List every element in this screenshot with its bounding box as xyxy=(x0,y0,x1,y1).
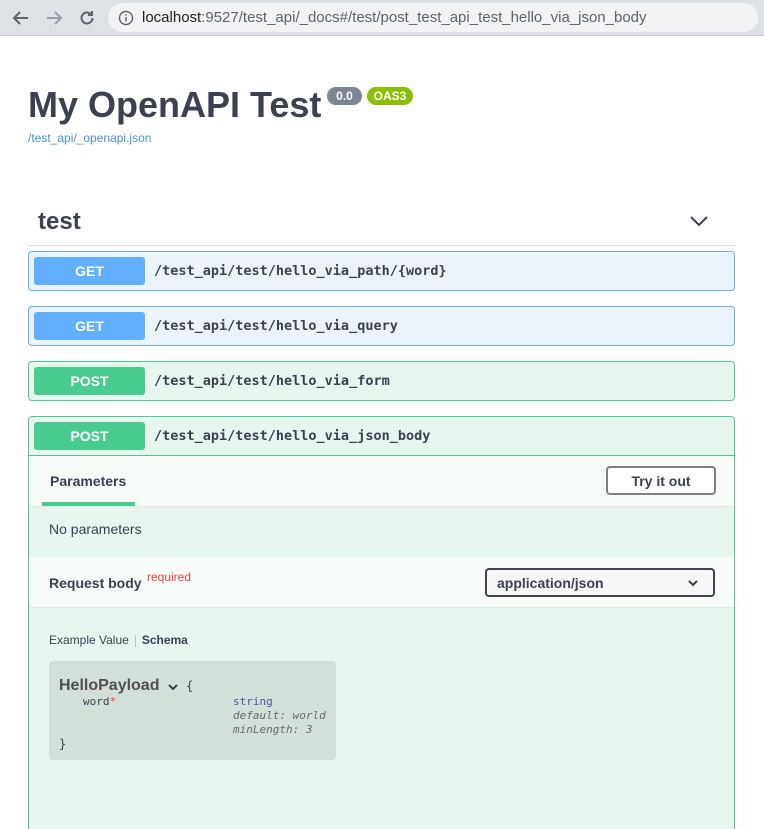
tab-separator xyxy=(134,634,136,647)
operation-path: /test_api/test/hello_via_query xyxy=(154,318,398,334)
try-it-out-button[interactable]: Try it out xyxy=(606,466,716,495)
reload-icon[interactable] xyxy=(75,6,99,30)
forward-arrow-icon[interactable] xyxy=(42,6,66,30)
method-badge: POST xyxy=(34,367,145,395)
operation-get-hello-via-query[interactable]: GET /test_api/test/hello_via_query xyxy=(28,306,735,346)
property-name: word* xyxy=(83,695,116,708)
chevron-down-icon xyxy=(688,580,698,587)
request-body-label: Request body xyxy=(49,575,142,591)
operation-path[interactable]: /test_api/test/hello_via_json_body xyxy=(154,428,430,444)
method-badge: GET xyxy=(34,312,145,340)
model-open-brace: { xyxy=(186,679,194,693)
content-type-select[interactable]: application/json xyxy=(485,568,715,597)
chevron-down-icon[interactable] xyxy=(689,211,709,231)
operation-post-hello-via-json-body: POST /test_api/test/hello_via_json_body … xyxy=(28,416,735,829)
required-marker: required xyxy=(147,570,192,584)
operation-post-hello-via-form[interactable]: POST /test_api/test/hello_via_form xyxy=(28,361,735,401)
model-tabs: Example Value Schema xyxy=(49,633,188,647)
operation-path: /test_api/test/hello_via_form xyxy=(154,373,390,389)
operation-get-hello-via-path[interactable]: GET /test_api/test/hello_via_path/{word} xyxy=(28,251,735,291)
parameters-header: Parameters Try it out xyxy=(30,456,734,507)
property-minlength: minLength: 3 xyxy=(233,723,313,736)
property-name-text: word xyxy=(83,695,110,708)
required-star: * xyxy=(109,695,117,708)
model-close-brace: } xyxy=(59,737,67,751)
no-parameters-text: No parameters xyxy=(49,521,142,537)
page-title: My OpenAPI Test xyxy=(28,84,322,125)
url-host: localhost xyxy=(142,9,202,26)
tab-parameters[interactable]: Parameters xyxy=(50,473,126,489)
model-name[interactable]: HelloPayload xyxy=(59,677,159,695)
property-type: string xyxy=(233,695,273,708)
tab-example-value[interactable]: Example Value xyxy=(49,633,129,647)
active-tab-indicator xyxy=(42,502,135,506)
version-badge: 0.0 xyxy=(327,87,362,105)
browser-toolbar: localhost:9527/test_api/_docs#/test/post… xyxy=(0,0,764,36)
back-arrow-icon[interactable] xyxy=(9,6,33,30)
schema-model-box: HelloPayload { word* string default: wor… xyxy=(49,661,336,760)
tab-schema[interactable]: Schema xyxy=(142,633,188,647)
chevron-down-icon[interactable] xyxy=(167,681,179,693)
content-type-value: application/json xyxy=(497,574,604,591)
tag-header-test[interactable]: test xyxy=(28,200,735,246)
address-bar[interactable]: localhost:9527/test_api/_docs#/test/post… xyxy=(108,3,758,32)
spec-link[interactable]: /test_api/_openapi.json xyxy=(28,131,151,145)
info-icon[interactable] xyxy=(118,10,134,26)
method-badge[interactable]: POST xyxy=(34,422,145,450)
tag-name: test xyxy=(38,208,81,235)
property-default: default: world xyxy=(233,709,326,722)
url-path: :9527/test_api/_docs#/test/post_test_api… xyxy=(201,9,647,26)
request-body-header: Request body required application/json xyxy=(30,557,734,608)
operation-path: /test_api/test/hello_via_path/{word} xyxy=(154,263,447,279)
method-badge: GET xyxy=(34,257,145,285)
oas-badge: OAS3 xyxy=(367,87,413,105)
url-text: localhost:9527/test_api/_docs#/test/post… xyxy=(142,9,647,26)
